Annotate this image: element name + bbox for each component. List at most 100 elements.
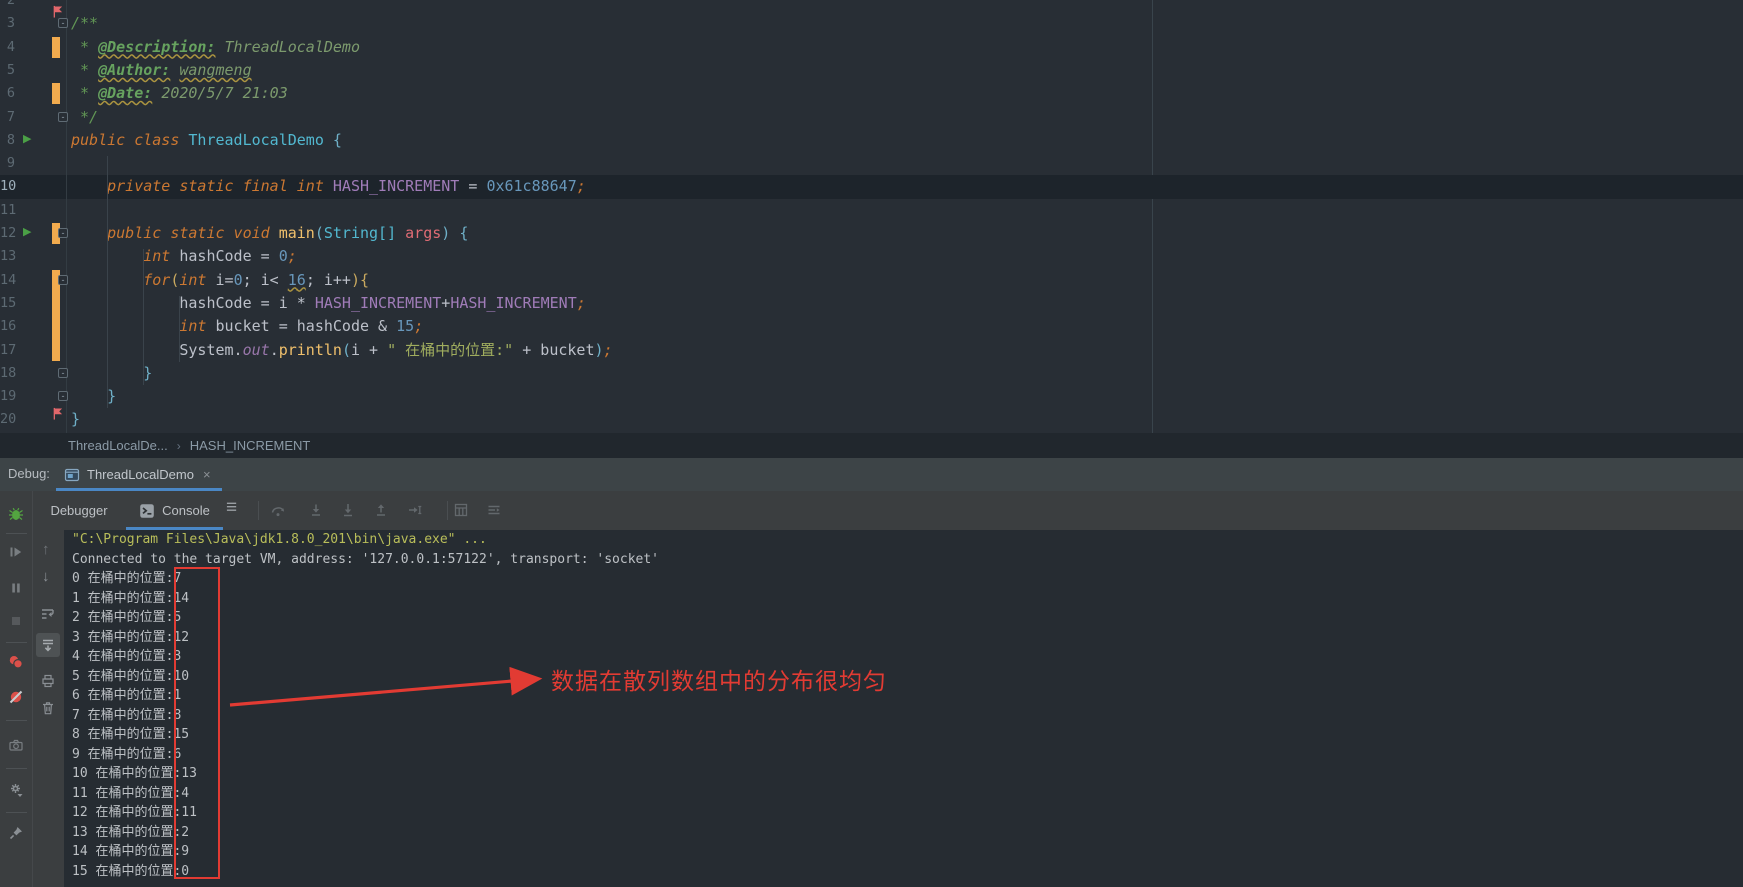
line-number: 18 — [0, 362, 15, 385]
console-line: 0 在桶中的位置:7 — [64, 569, 1743, 589]
clear-all-icon[interactable] — [40, 700, 56, 721]
debug-view-tabbar: Debugger Console ≡ — [33, 491, 1743, 530]
console-line: 5 在桶中的位置:10 — [64, 667, 1743, 687]
code-line: 5 * @Author: wangmeng — [0, 59, 1743, 82]
debug-toolwindow-header: Debug: ThreadLocalDemo × — [0, 458, 1743, 491]
console-line: 4 在桶中的位置:3 — [64, 647, 1743, 667]
breadcrumb-item[interactable]: ThreadLocalDe... — [68, 438, 168, 453]
close-tab-icon[interactable]: × — [203, 467, 211, 482]
console-line: 7 在桶中的位置:8 — [64, 706, 1743, 726]
console-line: 3 在桶中的位置:12 — [64, 628, 1743, 648]
next-occurrence-icon[interactable]: ↓ — [42, 569, 50, 585]
settings-gear-icon[interactable] — [8, 782, 24, 803]
code-line: 20} — [0, 408, 1743, 431]
evaluate-expression-icon[interactable] — [453, 502, 469, 523]
force-step-into-icon[interactable] — [340, 502, 356, 523]
indent-guide — [179, 296, 180, 362]
console-line: 15 在桶中的位置:0 — [64, 862, 1743, 882]
code-line: 17 System.out.println(i + " 在桶中的位置:" + b… — [0, 339, 1743, 362]
code-line: 9 — [0, 152, 1743, 175]
tab-debugger[interactable]: Debugger — [38, 491, 120, 530]
console-line: 12 在桶中的位置:11 — [64, 803, 1743, 823]
console-output[interactable]: "C:\Program Files\Java\jdk1.8.0_201\bin\… — [64, 530, 1743, 887]
fold-icon[interactable]: - — [58, 228, 68, 238]
tab-console[interactable]: Console — [126, 491, 223, 530]
resume-icon[interactable] — [8, 544, 24, 565]
toolbar-separator — [6, 768, 27, 769]
bookmark-flag-icon[interactable] — [52, 407, 65, 425]
line-number: 7 — [0, 106, 15, 129]
tab-label: Console — [162, 503, 210, 518]
debug-session-tab[interactable]: ThreadLocalDemo × — [56, 458, 222, 491]
debug-left-toolbar — [0, 491, 33, 887]
line-number: 8 — [0, 129, 15, 152]
indent-guide — [107, 156, 108, 408]
code-line: 12 public static void main(String[] args… — [0, 222, 1743, 245]
code-line: 11 — [0, 199, 1743, 222]
line-number: 12 — [0, 222, 15, 245]
step-over-icon[interactable] — [270, 502, 286, 523]
run-to-cursor-icon[interactable] — [407, 502, 423, 523]
options-menu-icon[interactable]: ≡ — [226, 497, 237, 519]
vcs-change-bar — [52, 37, 60, 58]
toolbar-separator — [6, 812, 27, 813]
layout-settings-icon[interactable] — [486, 502, 502, 523]
line-number: 5 — [0, 59, 15, 82]
fold-icon[interactable]: - — [58, 112, 68, 122]
code-line: 14 for(int i=0; i< 16; i++){ — [0, 269, 1743, 292]
soft-wrap-icon[interactable] — [40, 606, 56, 627]
code-line: 7 */ — [0, 106, 1743, 129]
fold-icon[interactable]: - — [58, 368, 68, 378]
fold-icon[interactable]: - — [58, 391, 68, 401]
debug-session-tab-icon — [64, 467, 80, 483]
rerun-debug-icon[interactable] — [8, 506, 24, 527]
scroll-to-end-icon[interactable] — [40, 637, 56, 658]
line-number: 10 — [0, 175, 15, 198]
fold-icon[interactable]: - — [58, 275, 68, 285]
ide-window: 23/**4 * @Description: ThreadLocalDemo5 … — [0, 0, 1743, 887]
line-number: 20 — [0, 408, 15, 431]
console-line: 8 在桶中的位置:15 — [64, 725, 1743, 745]
line-number: 11 — [0, 199, 15, 222]
debug-session-tab-title: ThreadLocalDemo — [87, 467, 194, 482]
prev-occurrence-icon[interactable]: ↑ — [42, 542, 50, 558]
line-number: 3 — [0, 12, 15, 35]
stop-icon[interactable] — [8, 613, 24, 634]
step-into-icon[interactable] — [308, 502, 324, 523]
vcs-change-bar — [52, 83, 60, 104]
breadcrumb: ThreadLocalDe...›HASH_INCREMENT — [0, 433, 1743, 458]
console-line: "C:\Program Files\Java\jdk1.8.0_201\bin\… — [64, 530, 1743, 550]
line-number: 9 — [0, 152, 15, 175]
code-line: 6 * @Date: 2020/5/7 21:03 — [0, 82, 1743, 105]
console-line: 11 在桶中的位置:4 — [64, 784, 1743, 804]
code-area[interactable]: 23/**4 * @Description: ThreadLocalDemo5 … — [0, 0, 1743, 433]
console-line: 9 在桶中的位置:6 — [64, 745, 1743, 765]
code-line: 15 hashCode = i * HASH_INCREMENT+HASH_IN… — [0, 292, 1743, 315]
pin-icon[interactable] — [8, 825, 24, 846]
toolbar-separator — [6, 720, 27, 721]
code-line: 18 } — [0, 362, 1743, 385]
code-editor[interactable]: 23/**4 * @Description: ThreadLocalDemo5 … — [0, 0, 1743, 433]
mute-breakpoints-icon[interactable] — [8, 689, 24, 710]
code-line: 13 int hashCode = 0; — [0, 245, 1743, 268]
print-icon[interactable] — [40, 673, 56, 694]
view-breakpoints-icon[interactable] — [8, 654, 24, 675]
line-number: 2 — [0, 0, 15, 12]
console-line: 13 在桶中的位置:2 — [64, 823, 1743, 843]
line-number: 14 — [0, 269, 15, 292]
toolbar-separator — [6, 642, 27, 643]
line-number: 4 — [0, 36, 15, 59]
run-gutter-icon[interactable]: ▶ — [23, 227, 31, 238]
line-number: 17 — [0, 339, 15, 362]
step-out-icon[interactable] — [373, 502, 389, 523]
breadcrumb-item[interactable]: HASH_INCREMENT — [190, 438, 311, 453]
thread-dump-icon[interactable] — [8, 737, 24, 758]
debug-label: Debug: — [8, 466, 50, 481]
console-line: 1 在桶中的位置:14 — [64, 589, 1743, 609]
console-line: 2 在桶中的位置:5 — [64, 608, 1743, 628]
run-gutter-icon[interactable]: ▶ — [23, 134, 31, 145]
bookmark-flag-icon[interactable] — [52, 5, 65, 23]
code-line: 8public class ThreadLocalDemo { — [0, 129, 1743, 152]
pause-icon[interactable] — [8, 580, 24, 601]
console-line: 10 在桶中的位置:13 — [64, 764, 1743, 784]
